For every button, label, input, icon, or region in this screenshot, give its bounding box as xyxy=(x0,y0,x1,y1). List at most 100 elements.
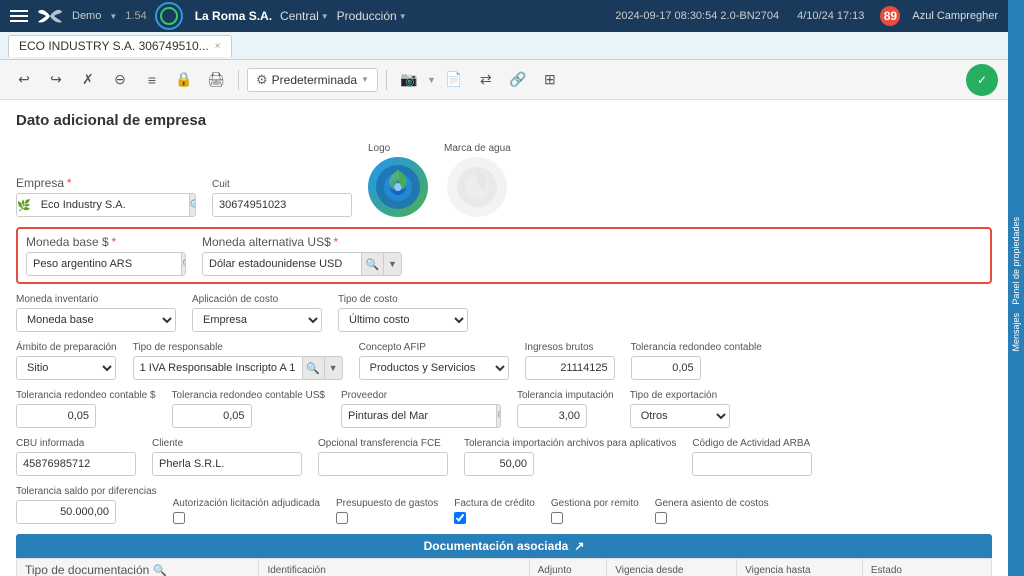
tolerancia-imp2-label: Tolerancia importación archivos para apl… xyxy=(464,438,676,449)
cuit-label: Cuit xyxy=(212,179,352,190)
moneda-alt-text[interactable] xyxy=(203,252,361,276)
tipo-resp-group: Tipo de responsable 🔍 ▼ xyxy=(133,342,343,380)
moneda-highlight-box: Moneda base $ * 🔍 ▼ Moneda alternativa U… xyxy=(16,227,992,284)
col-vigencia-hasta-header: Vigencia hasta xyxy=(737,559,863,576)
col-tipo-search-icon[interactable]: 🔍 xyxy=(153,564,167,576)
tolerancia-saldo-input[interactable] xyxy=(16,500,116,524)
notification-badge[interactable]: 89 xyxy=(880,6,900,26)
tolerancia-red3-input[interactable] xyxy=(172,404,252,428)
ingresos-brutos-input[interactable] xyxy=(525,356,615,380)
tipo-costo-label: Tipo de costo xyxy=(338,294,468,305)
cbu-input[interactable] xyxy=(16,452,136,476)
presupuesto-checkbox[interactable] xyxy=(336,512,348,524)
tolerancia-imp-input[interactable] xyxy=(517,404,587,428)
ambito-label: Ámbito de preparación xyxy=(16,342,117,353)
predeterminada-label: Predeterminada xyxy=(272,73,357,87)
eraser-button[interactable]: ✗ xyxy=(74,66,102,94)
moneda-alt-input[interactable]: 🔍 ▼ xyxy=(202,252,402,276)
tipo-costo-select[interactable]: Último costo xyxy=(338,308,468,332)
camera-button[interactable]: 📷 xyxy=(395,66,423,94)
opcional-fce-group: Opcional transferencia FCE 🔍 ▼ xyxy=(318,438,448,476)
central-nav[interactable]: Central ▼ xyxy=(280,9,329,23)
sidebar-label-mensajes[interactable]: Mensajes xyxy=(1011,313,1021,352)
doc-section: Documentación asociada ↗ Tipo de documen… xyxy=(16,534,992,576)
ambito-select[interactable]: Sitio xyxy=(16,356,116,380)
cliente-input[interactable]: 🔍 ▼ xyxy=(152,452,302,476)
predeterminada-dropdown[interactable]: ⚙ Predeterminada ▼ xyxy=(247,68,378,92)
tolerancia-saldo-label: Tolerancia saldo por diferencias xyxy=(16,486,157,497)
concepto-afip-select[interactable]: Productos y Servicios xyxy=(359,356,509,380)
opcional-fce-input[interactable]: 🔍 ▼ xyxy=(318,452,448,476)
tipo-exp-group: Tipo de exportación Otros xyxy=(630,390,730,428)
tipo-resp-input[interactable]: 🔍 ▼ xyxy=(133,356,343,380)
gestiona-remito-checkbox[interactable] xyxy=(551,512,563,524)
tipo-resp-search-icon[interactable]: 🔍 xyxy=(302,357,324,379)
predeterminada-arrow: ▼ xyxy=(361,75,369,84)
lock-button[interactable]: 🔒 xyxy=(170,66,198,94)
doc-button[interactable]: 📄 xyxy=(440,66,468,94)
logo-label: Logo xyxy=(368,143,390,154)
print-button[interactable]: 🖨 xyxy=(202,66,230,94)
opcional-fce-label: Opcional transferencia FCE xyxy=(318,438,448,449)
transfer-button[interactable]: ⇄ xyxy=(472,66,500,94)
confirm-button[interactable]: ✓ xyxy=(966,64,998,96)
tolerancia-imp2-input[interactable] xyxy=(464,452,534,476)
concepto-afip-label: Concepto AFIP xyxy=(359,342,509,353)
tab-close-button[interactable]: × xyxy=(215,41,221,52)
proveedor-search-icon[interactable]: 🔍 xyxy=(496,405,501,427)
empresa-text-input[interactable] xyxy=(35,193,189,217)
stack-button[interactable]: ≡ xyxy=(138,66,166,94)
tolerancia-imp-label: Tolerancia imputación xyxy=(517,390,614,401)
tipo-exp-select[interactable]: Otros xyxy=(630,404,730,428)
codigo-arba-input[interactable] xyxy=(692,452,812,476)
version-label: 1.54 xyxy=(125,10,146,22)
genera-asiento-label: Genera asiento de costos xyxy=(655,498,769,509)
genera-asiento-checkbox[interactable] xyxy=(655,512,667,524)
form-row-cbu: CBU informada Cliente 🔍 ▼ Opcional trans… xyxy=(16,438,992,476)
col-estado-header: Estado xyxy=(862,559,991,576)
empresa-label: Empresa * xyxy=(16,176,196,190)
tolerancia-red-input[interactable] xyxy=(631,356,701,380)
factura-credito-group: Factura de crédito xyxy=(454,498,535,524)
aplicacion-costo-group: Aplicación de costo Empresa xyxy=(192,294,322,332)
cuit-input[interactable] xyxy=(212,193,352,217)
tipo-resp-arrow[interactable]: ▼ xyxy=(324,357,342,379)
tolerancia-saldo-group: Tolerancia saldo por diferencias xyxy=(16,486,157,524)
toolbar: ↩ ↪ ✗ ⊖ ≡ 🔒 🖨 ⚙ Predeterminada ▼ 📷 ▼ 📄 ⇄… xyxy=(0,60,1008,100)
undo-button[interactable]: ↩ xyxy=(10,66,38,94)
link-button[interactable]: 🔗 xyxy=(504,66,532,94)
proveedor-text[interactable] xyxy=(342,404,496,428)
cliente-text[interactable] xyxy=(153,452,302,476)
page-title: Dato adicional de empresa xyxy=(16,112,992,129)
moneda-alt-arrow[interactable]: ▼ xyxy=(383,253,401,275)
doc-header-label: Documentación asociada xyxy=(424,539,569,553)
moneda-base-text[interactable] xyxy=(27,252,181,276)
minus-button[interactable]: ⊖ xyxy=(106,66,134,94)
tolerancia-red2-input[interactable] xyxy=(16,404,96,428)
autorizacion-checkbox[interactable] xyxy=(173,512,185,524)
cliente-label: Cliente xyxy=(152,438,302,449)
aplicacion-costo-select[interactable]: Empresa xyxy=(192,308,322,332)
moneda-alt-search-icon[interactable]: 🔍 xyxy=(361,253,383,275)
empresa-search-icon[interactable]: 🔍 xyxy=(189,194,196,216)
tab-eco-industry[interactable]: ECO INDUSTRY S.A. 306749510... × xyxy=(8,35,232,57)
sidebar-label-propiedades[interactable]: Panel de propiedades xyxy=(1011,217,1021,305)
moneda-base-search-icon[interactable]: 🔍 xyxy=(181,253,186,275)
doc-expand-icon[interactable]: ↗ xyxy=(574,539,584,553)
aplicacion-costo-label: Aplicación de costo xyxy=(192,294,322,305)
proveedor-input[interactable]: 🔍 ▼ xyxy=(341,404,501,428)
moneda-inv-select[interactable]: Moneda base xyxy=(16,308,176,332)
opcional-fce-text[interactable] xyxy=(319,452,448,476)
autorizacion-label: Autorización licitación adjudicada xyxy=(173,498,320,509)
hamburger-menu[interactable] xyxy=(10,10,28,22)
produccion-nav[interactable]: Producción ▼ xyxy=(337,9,407,23)
redo-button[interactable]: ↪ xyxy=(42,66,70,94)
moneda-base-input[interactable]: 🔍 ▼ xyxy=(26,252,186,276)
main-content: Dato adicional de empresa Empresa * 🌿 🔍 … xyxy=(0,100,1008,576)
tolerancia-imp2-group: Tolerancia importación archivos para apl… xyxy=(464,438,676,476)
tipo-resp-text[interactable] xyxy=(134,356,302,380)
factura-credito-checkbox[interactable] xyxy=(454,512,466,524)
logo-image xyxy=(368,157,428,217)
empresa-input[interactable]: 🌿 🔍 ▼ xyxy=(16,193,196,217)
grid-button[interactable]: ⊞ xyxy=(536,66,564,94)
